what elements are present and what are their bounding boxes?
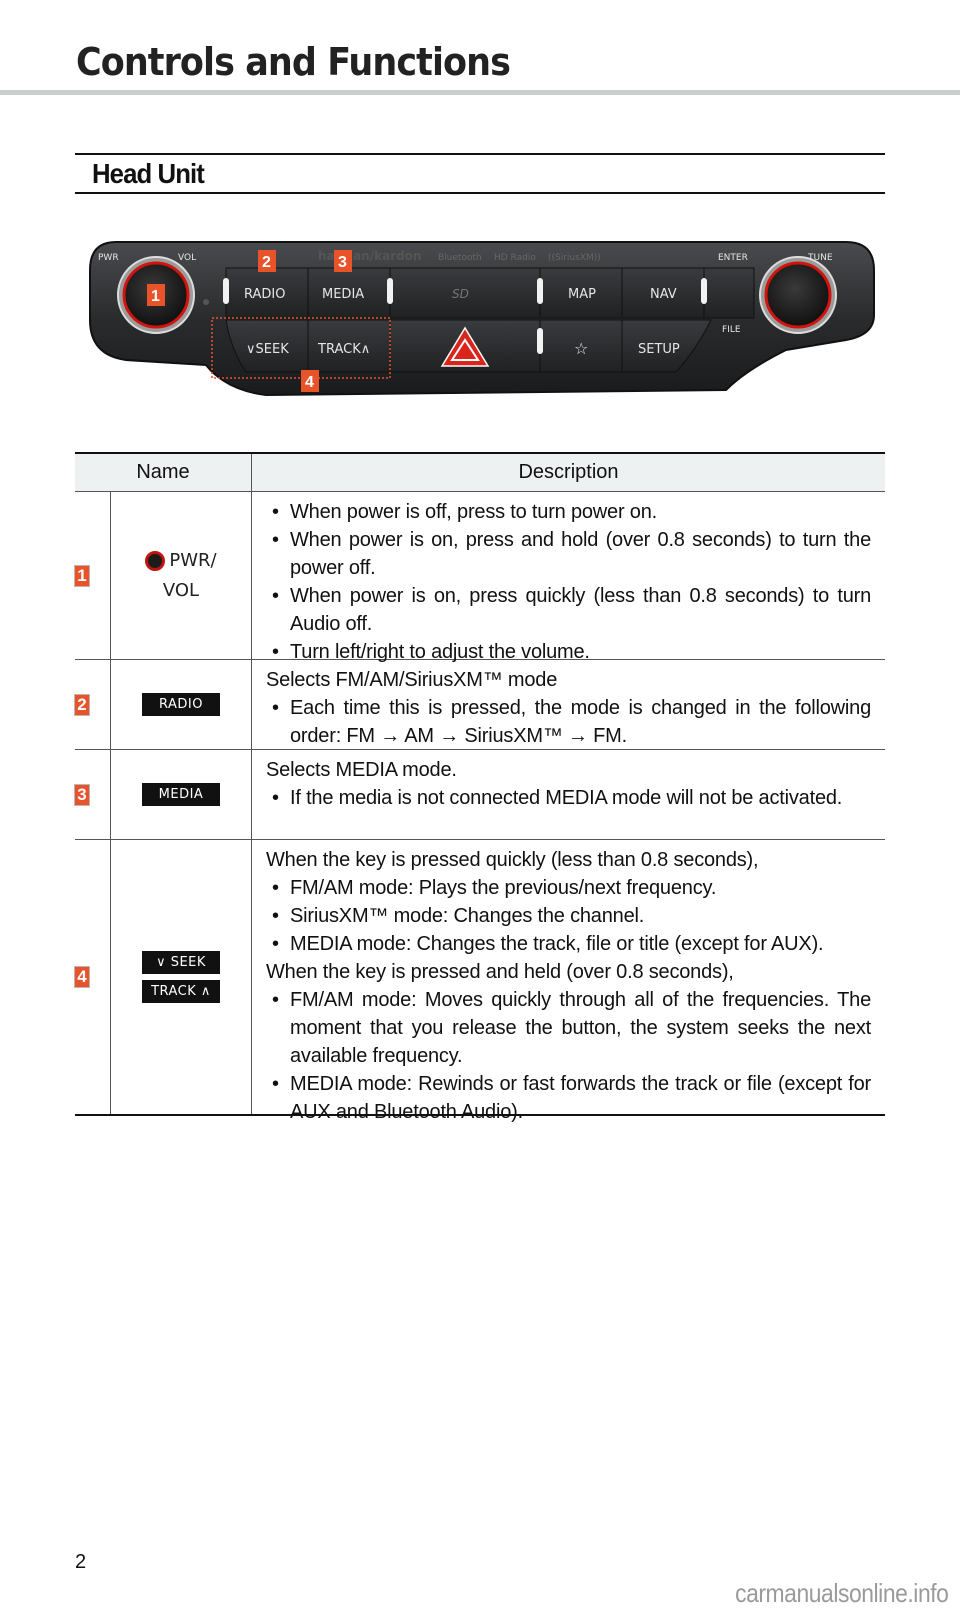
media-label: MEDIA [322, 287, 364, 302]
row-description: Selects FM/AM/SiriusXM™ mode Each time t… [252, 660, 885, 749]
bullet-item: When power is off, press to turn power o… [266, 498, 871, 526]
section-divider-bottom [75, 192, 885, 194]
controls-table: Name Description 1 PWR/ VOL When power i… [74, 452, 885, 1123]
radio-label: RADIO [244, 287, 285, 302]
bullet-item: If the media is not connected MEDIA mode… [266, 784, 871, 812]
callout-badge: 3 [74, 783, 90, 806]
pwr-vol-name: PWR/ VOL [145, 546, 217, 606]
favorite-star-icon: ☆ [574, 339, 588, 358]
callout-3: 3 [334, 250, 352, 272]
header-description: Description [518, 461, 619, 483]
track-label: TRACK∧ [317, 342, 370, 357]
sd-logo: SD [452, 287, 469, 301]
table-row: 3 MEDIA Selects MEDIA mode. If the media… [74, 750, 885, 840]
row-description: Selects MEDIA mode. If the media is not … [252, 750, 885, 839]
table-row: 1 PWR/ VOL When power is off, press to t… [74, 492, 885, 666]
callout-2: 2 [258, 250, 276, 272]
row-intro: Selects MEDIA mode. [266, 759, 457, 781]
callout-badge: 1 [74, 564, 90, 587]
bullet-item: FM/AM mode: Plays the previous/next freq… [266, 874, 871, 902]
chapter-divider [0, 90, 960, 95]
tune-label: TUNE [807, 253, 833, 263]
watermark-link[interactable]: carmanualsonline.info [735, 1578, 949, 1609]
svg-text:2: 2 [262, 254, 271, 271]
header-name: Name [75, 454, 252, 491]
hd-radio-logo: HD Radio [494, 253, 536, 263]
svg-text:1: 1 [151, 288, 160, 305]
callout-1: 1 [147, 284, 165, 306]
setup-label: SETUP [638, 342, 680, 357]
table-header: Name Description [75, 454, 885, 492]
bluetooth-logo: Bluetooth [438, 253, 482, 263]
file-label: FILE [722, 325, 741, 335]
head-unit-illustration: PWR VOL ENTER TUNE FILE RADIO MEDIA MAP … [89, 241, 875, 397]
knob-icon [145, 550, 166, 571]
map-label: MAP [568, 287, 596, 302]
chapter-title: Controls and Functions [76, 40, 511, 84]
bullet-item: FM/AM mode: Moves quickly through all of… [266, 986, 871, 1070]
bullet-item: When power is on, press quickly (less th… [266, 582, 871, 638]
nav-label: NAV [650, 287, 677, 302]
enter-label: ENTER [718, 253, 748, 263]
bullet-item: SiriusXM™ mode: Changes the channel. [266, 902, 871, 930]
bullet-item: Each time this is pressed, the mode is c… [266, 694, 871, 750]
tune-enter-knob [759, 256, 837, 334]
bullet-item: MEDIA mode: Changes the track, file or t… [266, 930, 871, 958]
section-divider-top [75, 153, 885, 155]
table-row: 2 RADIO Selects FM/AM/SiriusXM™ mode Eac… [74, 660, 885, 750]
track-key-label: TRACK ∧ [142, 980, 220, 1003]
svg-text:3: 3 [338, 254, 347, 271]
row-description: When power is off, press to turn power o… [252, 492, 885, 666]
callout-4: 4 [301, 370, 319, 392]
seek-key-label: ∨ SEEK [142, 951, 220, 974]
bullet-item: When power is on, press and hold (over 0… [266, 526, 871, 582]
radio-key-label: RADIO [142, 693, 220, 716]
row-intro-2: When the key is pressed and held (over 0… [266, 961, 734, 983]
vol-label: VOL [178, 253, 196, 263]
siriusxm-logo: ((SiriusXM)) [548, 253, 601, 263]
seek-label: ∨SEEK [246, 342, 289, 357]
section-title: Head Unit [92, 158, 205, 189]
row-intro: When the key is pressed quickly (less th… [266, 849, 759, 871]
row-description: When the key is pressed quickly (less th… [252, 840, 885, 1123]
row-intro: Selects FM/AM/SiriusXM™ mode [266, 669, 558, 691]
pwr-label: PWR [98, 253, 119, 263]
svg-text:4: 4 [305, 374, 314, 391]
media-key-label: MEDIA [142, 783, 220, 806]
bullet-item: Turn left/right to adjust the volume. [266, 638, 871, 666]
callout-badge: 4 [74, 966, 90, 988]
callout-badge: 2 [74, 693, 90, 716]
harman-kardon-logo: harman/kardon [318, 249, 421, 263]
bullet-item: MEDIA mode: Rewinds or fast forwards the… [266, 1070, 871, 1126]
page-number: 2 [75, 1551, 87, 1573]
table-row: 4 ∨ SEEK TRACK ∧ When the key is pressed… [74, 840, 885, 1123]
